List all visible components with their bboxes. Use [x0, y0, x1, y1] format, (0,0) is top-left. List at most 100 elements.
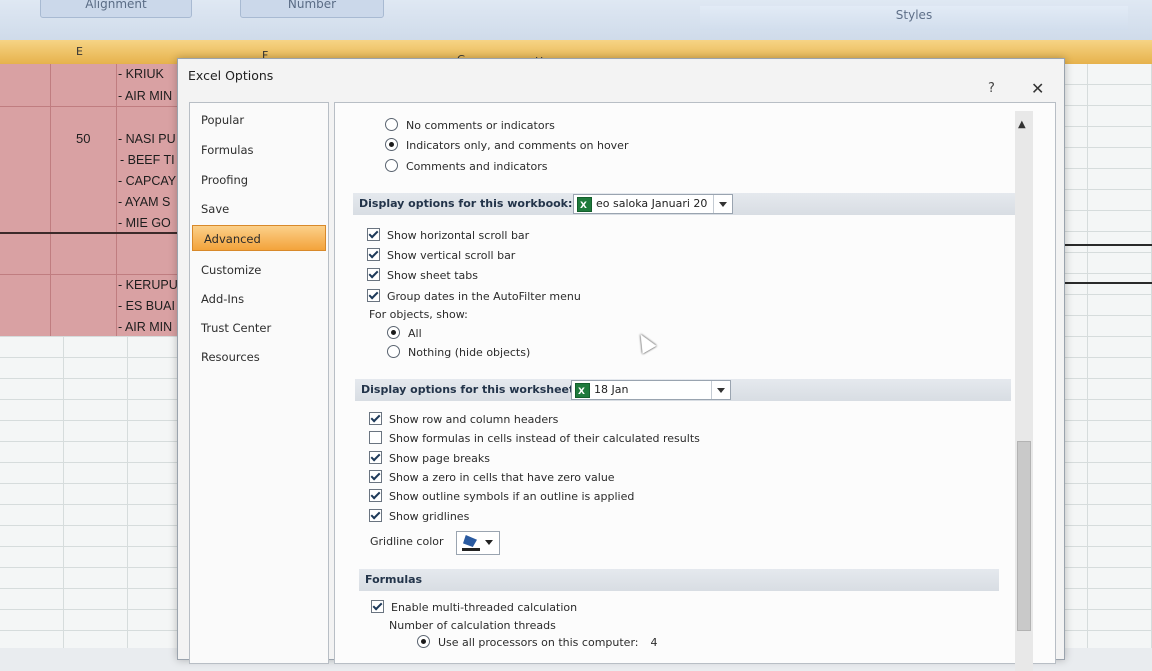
checkbox-label: Show horizontal scroll bar	[387, 229, 530, 242]
radio-label: Nothing (hide objects)	[408, 346, 531, 359]
row-divider	[0, 232, 185, 234]
checkbox-group-dates[interactable]: Group dates in the AutoFilter menu	[367, 289, 581, 303]
checkbox[interactable]	[371, 600, 384, 613]
radio-no-comments[interactable]: No comments or indicators	[385, 118, 555, 132]
nav-trust-center[interactable]: Trust Center	[190, 315, 324, 341]
chevron-down-icon[interactable]	[713, 195, 732, 213]
checkbox-page-breaks[interactable]: Show page breaks	[369, 451, 490, 465]
nav-popular[interactable]: Popular	[190, 107, 324, 133]
radio-button[interactable]	[385, 138, 398, 151]
radio-button[interactable]	[387, 326, 400, 339]
checkbox-show-formulas[interactable]: Show formulas in cells instead of their …	[369, 431, 700, 445]
cell-item[interactable]: - BEEF TI	[120, 153, 175, 167]
nav-proofing[interactable]: Proofing	[190, 167, 324, 193]
chevron-down-icon[interactable]	[485, 540, 493, 549]
checkbox-label: Show outline symbols if an outline is ap…	[389, 490, 635, 503]
row-divider	[0, 106, 185, 107]
alignment-group: Alignment	[40, 0, 192, 18]
checkbox-horizontal-scroll[interactable]: Show horizontal scroll bar	[367, 228, 529, 242]
checkbox[interactable]	[369, 431, 382, 444]
checkbox-label: Show page breaks	[389, 452, 491, 465]
section-label: Display options for this worksheet:	[361, 383, 579, 396]
nav-resources[interactable]: Resources	[190, 344, 324, 370]
cell-item[interactable]: - NASI PU	[118, 132, 176, 146]
color-swatch	[462, 548, 480, 551]
processor-count: 4	[650, 636, 658, 649]
workbook-select[interactable]: eo saloka Januari 20	[573, 194, 733, 215]
checkbox-gridlines[interactable]: Show gridlines	[369, 509, 469, 523]
row-divider	[0, 274, 185, 275]
radio-comments-and-indicators[interactable]: Comments and indicators	[385, 159, 547, 173]
checkbox-show-zero[interactable]: Show a zero in cells that have zero valu…	[369, 470, 615, 484]
nav-formulas[interactable]: Formulas	[190, 137, 324, 163]
cell-item[interactable]: - CAPCAY	[118, 174, 176, 188]
nav-customize[interactable]: Customize	[190, 257, 324, 283]
sheet-border-line	[1060, 244, 1152, 246]
radio-button[interactable]	[385, 159, 398, 172]
gridline-color-label: Gridline color	[370, 535, 444, 548]
checkbox[interactable]	[369, 489, 382, 502]
checkbox[interactable]	[367, 289, 380, 302]
gridline-color-picker[interactable]	[456, 531, 500, 555]
checkbox-outline-symbols[interactable]: Show outline symbols if an outline is ap…	[369, 489, 634, 503]
close-button[interactable]: ✕	[1031, 79, 1044, 98]
cell-item[interactable]: - ES BUAI	[118, 299, 175, 313]
checkbox[interactable]	[369, 509, 382, 522]
col-E[interactable]: E	[76, 45, 83, 58]
checkbox-label: Show row and column headers	[389, 413, 559, 426]
excel-file-icon	[577, 197, 592, 215]
worksheet-select-value: 18 Jan	[594, 383, 629, 396]
radio-label: Indicators only, and comments on hover	[406, 139, 629, 152]
cell-divider	[50, 64, 51, 336]
checkbox[interactable]	[367, 268, 380, 281]
help-button[interactable]: ?	[988, 81, 995, 96]
section-label: Formulas	[365, 573, 423, 586]
scroll-up-icon[interactable]: ▲	[1018, 119, 1026, 130]
radio-button[interactable]	[387, 345, 400, 358]
nav-save[interactable]: Save	[190, 196, 324, 222]
worksheet-select[interactable]: 18 Jan	[571, 380, 731, 401]
radio-objects-all[interactable]: All	[387, 326, 422, 340]
radio-indicators-only[interactable]: Indicators only, and comments on hover	[385, 138, 628, 152]
radio-use-all-processors[interactable]: Use all processors on this computer: 4	[417, 635, 657, 649]
threads-label: Number of calculation threads	[389, 619, 556, 632]
options-scrollbar[interactable]: ▲	[1015, 111, 1033, 671]
checkbox-label: Show a zero in cells that have zero valu…	[389, 471, 615, 484]
cell-divider	[116, 64, 117, 336]
scrollbar-thumb[interactable]	[1017, 441, 1031, 631]
dialog-title: Excel Options	[188, 68, 274, 83]
cell-item[interactable]: - AIR MIN	[118, 89, 172, 103]
checkbox-row-col-headers[interactable]: Show row and column headers	[369, 412, 558, 426]
nav-advanced[interactable]: Advanced	[192, 225, 326, 251]
checkbox[interactable]	[369, 470, 382, 483]
checkbox-multithreaded[interactable]: Enable multi-threaded calculation	[371, 600, 577, 614]
number-group: Number	[240, 0, 384, 18]
nav-add-ins[interactable]: Add-Ins	[190, 286, 324, 312]
paint-bucket-icon	[463, 535, 477, 547]
radio-label: Comments and indicators	[406, 160, 548, 173]
cell-item[interactable]: - KRIUK	[118, 67, 164, 81]
objects-label: For objects, show:	[369, 308, 468, 321]
cell-item[interactable]: - MIE GO	[118, 216, 171, 230]
ribbon: Alignment Number Styles	[0, 0, 1152, 41]
checkbox-sheet-tabs[interactable]: Show sheet tabs	[367, 268, 478, 282]
checkbox-label: Show formulas in cells instead of their …	[389, 432, 700, 445]
radio-label: All	[408, 327, 422, 340]
advanced-options-panel: No comments or indicators Indicators onl…	[334, 102, 1056, 664]
checkbox-vertical-scroll[interactable]: Show vertical scroll bar	[367, 248, 515, 262]
radio-objects-nothing[interactable]: Nothing (hide objects)	[387, 345, 530, 359]
checkbox[interactable]	[369, 412, 382, 425]
checkbox-label: Show sheet tabs	[387, 269, 478, 282]
checkbox[interactable]	[367, 248, 380, 261]
radio-button[interactable]	[417, 635, 430, 648]
radio-button[interactable]	[385, 118, 398, 131]
checkbox[interactable]	[367, 228, 380, 241]
cell-number[interactable]: 50	[76, 131, 90, 146]
checkbox-label: Enable multi-threaded calculation	[391, 601, 578, 614]
checkbox[interactable]	[369, 451, 382, 464]
cell-item[interactable]: - KERUPU	[118, 278, 178, 292]
section-label: Display options for this workbook:	[359, 197, 573, 210]
cell-item[interactable]: - AYAM S	[118, 195, 170, 209]
chevron-down-icon[interactable]	[711, 381, 730, 399]
cell-item[interactable]: - AIR MIN	[118, 320, 172, 334]
